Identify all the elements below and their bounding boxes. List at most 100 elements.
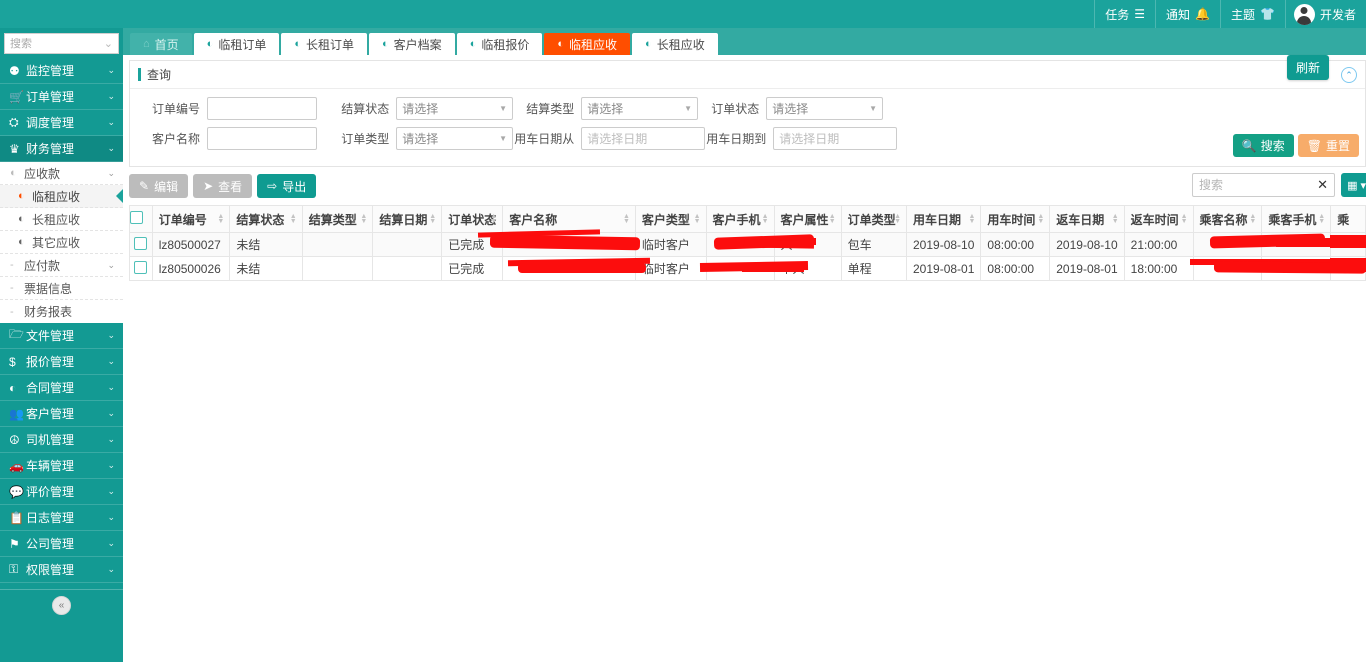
- sort-icon[interactable]: ▲ ▼: [694, 213, 701, 225]
- col-settle-status[interactable]: 结算状态 ▲ ▼: [229, 205, 303, 233]
- use-date-from-input[interactable]: 请选择日期: [581, 127, 705, 150]
- topbar-task[interactable]: 任务 ☰: [1094, 0, 1155, 28]
- table-row[interactable]: lz80500026 未结 已完成 临时客户 个人 单程 2019-08-01 …: [129, 256, 1366, 281]
- column-chooser-button[interactable]: ▦ ▾: [1341, 173, 1366, 197]
- sidebar-item-dispatch[interactable]: ⛭ 调度管理 ⌄: [0, 110, 123, 136]
- search-button-label: 搜索: [1260, 139, 1285, 153]
- panel-collapse-icon[interactable]: ⌃: [1341, 67, 1357, 83]
- order-type-select[interactable]: 请选择 ▼: [396, 127, 513, 150]
- col-order-type[interactable]: 订单类型 ▲ ▼: [840, 205, 908, 233]
- chevron-down-icon: ⌄: [107, 512, 115, 522]
- sort-icon[interactable]: ▲ ▼: [894, 213, 901, 225]
- table-scroll-area[interactable]: 订单编号 ▲ ▼ 结算状态 ▲ ▼ 结算类型 ▲ ▼ 结算日期 ▲ ▼ 订单状态 ▲ ▼ 客户名称 ▲…: [129, 205, 1366, 281]
- table-row[interactable]: lz80500027 未结 已完成 临时客户 人 包车 2019-08-10 0…: [129, 232, 1366, 257]
- tab-short-rent-quote[interactable]: ◐ 临租报价: [456, 33, 543, 55]
- sidebar-item-permission[interactable]: ⚿ 权限管理 ⌄: [0, 557, 123, 583]
- sort-icon[interactable]: ▲ ▼: [1249, 213, 1256, 225]
- col-passenger-name[interactable]: 乘客名称 ▲ ▼: [1192, 205, 1263, 233]
- sort-icon[interactable]: ▲ ▼: [1181, 213, 1188, 225]
- tab-customer-archive[interactable]: ◐ 客户档案: [369, 33, 455, 55]
- col-order-no[interactable]: 订单编号 ▲ ▼: [151, 205, 231, 233]
- chevron-down-icon: ⌄: [107, 91, 115, 101]
- table-search[interactable]: ✕: [1192, 173, 1335, 197]
- col-customer-phone[interactable]: 客户手机 ▲ ▼: [705, 205, 775, 233]
- tab-short-rent-order[interactable]: ◐ 临租订单: [193, 33, 280, 55]
- sidebar-item-receivable[interactable]: ◐ 应收款 ⌄: [0, 162, 123, 185]
- reset-button[interactable]: 🗑 重置: [1297, 134, 1359, 157]
- col-customer-name[interactable]: 客户名称 ▲ ▼: [502, 205, 636, 233]
- sidebar-item-vehicle[interactable]: 🚗 车辆管理 ⌄: [0, 453, 123, 479]
- sort-icon[interactable]: ▲ ▼: [762, 213, 769, 225]
- sort-icon[interactable]: ▲ ▼: [1318, 213, 1325, 225]
- settle-type-select[interactable]: 请选择 ▼: [581, 97, 698, 120]
- sidebar-item-log[interactable]: 📋 日志管理 ⌄: [0, 505, 123, 531]
- sidebar-item-order[interactable]: 🛒 订单管理 ⌄: [0, 84, 123, 110]
- sidebar-item-monitor[interactable]: ⚉ 监控管理 ⌄: [0, 58, 123, 84]
- sidebar-item-driver[interactable]: ☮ 司机管理 ⌄: [0, 427, 123, 453]
- sidebar-item-payable[interactable]: - 应付款 ⌄: [0, 254, 123, 277]
- table-search-input[interactable]: [1199, 178, 1318, 192]
- sort-icon[interactable]: ▲ ▼: [290, 213, 297, 225]
- tab-short-rent-receivable[interactable]: ◐ 临租应收: [544, 33, 631, 55]
- col-order-status[interactable]: 订单状态 ▲ ▼: [441, 205, 504, 233]
- col-passenger-phone[interactable]: 乘客手机 ▲ ▼: [1261, 205, 1332, 233]
- sidebar-item-company[interactable]: ⚑ 公司管理 ⌄: [0, 531, 123, 557]
- col-settle-date[interactable]: 结算日期 ▲ ▼: [372, 205, 443, 233]
- sort-icon[interactable]: ▲ ▼: [429, 213, 436, 225]
- tab-long-rent-order[interactable]: ◐ 长租订单: [281, 33, 368, 55]
- sidebar-item-quote[interactable]: $ 报价管理 ⌄: [0, 349, 123, 375]
- search-button[interactable]: 🔍 搜索: [1232, 134, 1294, 157]
- refresh-button[interactable]: 刷新: [1286, 55, 1329, 80]
- sidebar-search-input[interactable]: [10, 37, 104, 50]
- dash-icon: -: [10, 282, 14, 294]
- sort-icon[interactable]: ▲ ▼: [623, 213, 630, 225]
- sidebar-collapse-button[interactable]: «: [52, 596, 71, 615]
- col-return-time[interactable]: 返车时间 ▲ ▼: [1123, 205, 1194, 233]
- cell-use-time: 08:00:00: [980, 232, 1051, 257]
- export-button[interactable]: ⇨ 导出: [257, 174, 317, 198]
- sort-icon[interactable]: ▲ ▼: [1037, 213, 1044, 225]
- topbar-theme[interactable]: 主题 👕: [1220, 0, 1285, 28]
- sidebar-item-short-rent-receivable[interactable]: ◐ 临租应收: [0, 185, 124, 208]
- col-settle-type[interactable]: 结算类型 ▲ ▼: [301, 205, 374, 233]
- tab-long-rent-receivable[interactable]: ◐ 长租应收: [632, 33, 718, 55]
- chevron-down-icon: ▼: [499, 134, 507, 143]
- sidebar-item-finance[interactable]: ♛ 财务管理 ⌄: [0, 136, 123, 162]
- view-button[interactable]: ➤ 查看: [193, 174, 253, 198]
- use-date-to-input[interactable]: 请选择日期: [773, 127, 897, 150]
- sidebar-item-invoice-info[interactable]: - 票据信息: [0, 277, 123, 300]
- customer-name-input[interactable]: [207, 127, 317, 150]
- sort-icon[interactable]: ▲ ▼: [968, 213, 975, 225]
- settle-status-select[interactable]: 请选择 ▼: [396, 97, 513, 120]
- col-return-date[interactable]: 返车日期 ▲ ▼: [1049, 205, 1125, 233]
- user-menu[interactable]: 开发者: [1284, 0, 1366, 28]
- col-customer-type[interactable]: 客户类型 ▲ ▼: [634, 205, 707, 233]
- sort-icon[interactable]: ▲ ▼: [217, 213, 224, 225]
- sidebar-search[interactable]: ⌄: [4, 33, 119, 54]
- order-status-select[interactable]: 请选择 ▼: [766, 97, 883, 120]
- sidebar-item-finance-report[interactable]: - 财务报表: [0, 300, 123, 323]
- sort-icon[interactable]: ▲ ▼: [360, 213, 367, 225]
- sidebar-item-other-receivable[interactable]: ◐ 其它应收: [0, 231, 123, 254]
- col-use-date[interactable]: 用车日期 ▲ ▼: [905, 205, 982, 233]
- chevron-down-icon: ⌄: [103, 38, 113, 50]
- sort-icon[interactable]: ▲ ▼: [829, 213, 836, 225]
- topbar-notify[interactable]: 通知 🔔: [1155, 0, 1220, 28]
- select-all-checkbox[interactable]: [130, 211, 143, 224]
- row-checkbox[interactable]: [134, 236, 148, 250]
- sort-icon[interactable]: ▲ ▼: [490, 213, 497, 225]
- edit-button[interactable]: ✎ 编辑: [129, 174, 189, 198]
- sidebar-item-contract[interactable]: ◐ 合同管理 ⌄: [0, 375, 123, 401]
- col-partial[interactable]: 乘: [1330, 205, 1366, 233]
- col-customer-attr[interactable]: 客户属性 ▲ ▼: [773, 205, 842, 233]
- clear-icon[interactable]: ✕: [1317, 177, 1328, 193]
- row-checkbox[interactable]: [134, 260, 148, 274]
- col-use-time[interactable]: 用车时间 ▲ ▼: [980, 205, 1051, 233]
- sidebar-item-evaluation[interactable]: 💬 评价管理 ⌄: [0, 479, 123, 505]
- sort-icon[interactable]: ▲ ▼: [1112, 213, 1119, 225]
- order-no-input[interactable]: [207, 97, 317, 120]
- sidebar-item-file[interactable]: 🗁 文件管理 ⌄: [0, 323, 123, 349]
- tab-home[interactable]: ⌂ 首页: [130, 33, 192, 55]
- sidebar-item-customer[interactable]: 👥 客户管理 ⌄: [0, 401, 123, 427]
- sidebar-item-long-rent-receivable[interactable]: ◐ 长租应收: [0, 208, 123, 231]
